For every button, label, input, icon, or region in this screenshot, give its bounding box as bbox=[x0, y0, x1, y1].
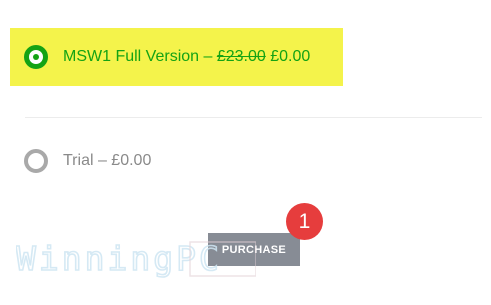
new-price: £0.00 bbox=[270, 48, 311, 65]
old-price: £23.00 bbox=[216, 48, 266, 65]
option-full-version-label: MSW1 Full Version – £23.00 £0.00 bbox=[63, 49, 310, 65]
step-number-badge: 1 bbox=[286, 203, 323, 240]
radio-dot bbox=[33, 54, 39, 60]
option-full-version[interactable]: MSW1 Full Version – £23.00 £0.00 bbox=[10, 28, 343, 86]
option-trial[interactable]: Trial – £0.00 bbox=[10, 140, 310, 182]
radio-checked-icon[interactable] bbox=[24, 45, 48, 69]
option-trial-label: Trial – £0.00 bbox=[63, 152, 152, 169]
divider bbox=[25, 117, 482, 118]
option-name: MSW1 Full Version – bbox=[63, 48, 217, 65]
radio-unchecked-icon[interactable] bbox=[24, 149, 48, 173]
svg-text:WinningPC: WinningPC bbox=[16, 239, 222, 278]
winningpc-watermark-logo: WinningPC bbox=[16, 238, 256, 279]
